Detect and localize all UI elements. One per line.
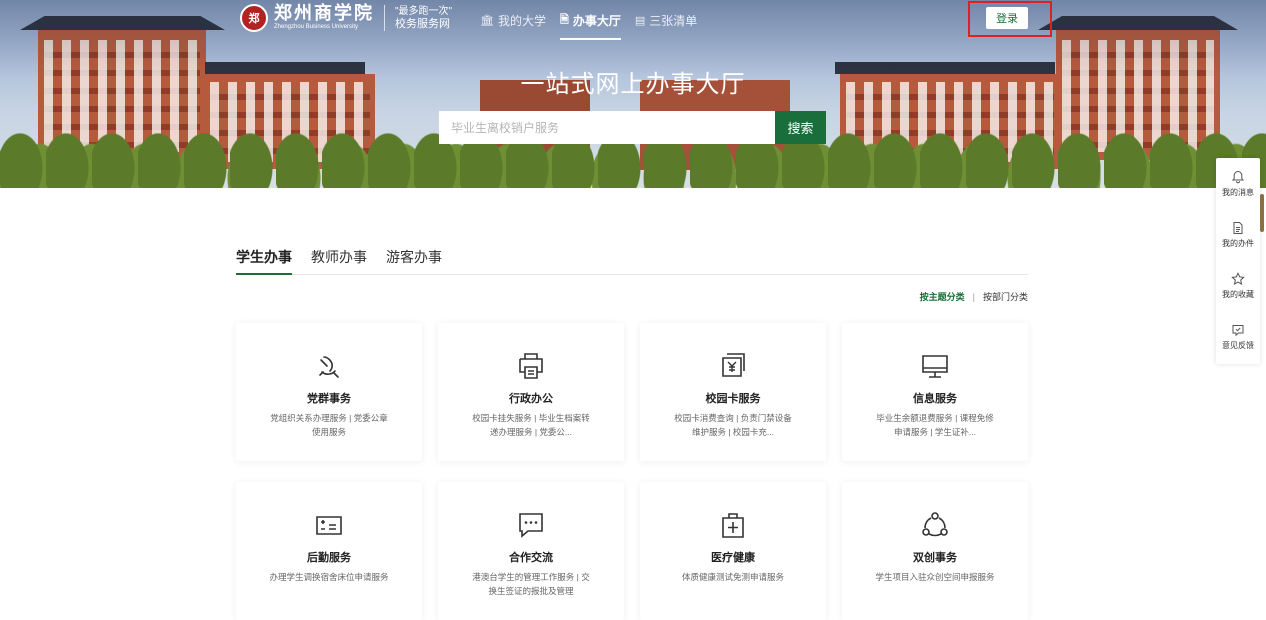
card-title: 校园卡服务 — [705, 393, 761, 405]
bell-icon — [1231, 170, 1245, 183]
slogan: "最多跑一次" 校务服务网 — [395, 5, 452, 31]
card-title: 行政办公 — [509, 393, 553, 405]
tab-visitor[interactable]: 游客办事 — [386, 247, 442, 273]
card-desc: 校园卡消费查询 | 负责门禁设备维护服务 | 校园卡充... — [674, 413, 792, 437]
side-toolbar: 我的消息 我的办件 我的收藏 意见反馈 — [1216, 158, 1260, 364]
card-title: 党群事务 — [307, 393, 351, 405]
side-my-cases[interactable]: 我的办件 — [1216, 209, 1260, 260]
hero-banner: 郑 郑州商学院 Zhengzhou Business University "最… — [0, 0, 1266, 188]
nav-service-hall[interactable]: 🗎︎ 办事大厅 — [559, 0, 621, 40]
logo-divider — [384, 5, 385, 31]
card-title: 医疗健康 — [711, 552, 755, 564]
service-card-medical[interactable]: 医疗健康 体质健康测试免测申请服务 — [640, 482, 826, 620]
school-name: 郑州商学院 — [274, 3, 374, 24]
side-my-favorites[interactable]: 我的收藏 — [1216, 260, 1260, 311]
side-label: 我的消息 — [1222, 187, 1254, 197]
feedback-icon — [1232, 324, 1244, 336]
card-title: 后勤服务 — [307, 552, 351, 564]
top-nav: 🏛︎ 我的大学 🗎︎ 办事大厅 ▤ 三张清单 — [480, 0, 711, 40]
slogan-line2: 校务服务网 — [395, 18, 450, 30]
service-card-admin[interactable]: 行政办公 校园卡挂失服务 | 毕业生档案转递办理服务 | 党委公... — [438, 323, 624, 461]
network-icon — [922, 512, 948, 537]
classify-by-theme[interactable]: 按主题分类 — [920, 290, 965, 303]
nav-my-university[interactable]: 🏛︎ 我的大学 — [480, 0, 546, 40]
classify-switch: 按主题分类 | 按部门分类 — [920, 290, 1028, 303]
list-icon: ▤ — [634, 14, 646, 27]
card-desc: 校园卡挂失服务 | 毕业生档案转递办理服务 | 党委公... — [472, 413, 590, 437]
side-label: 我的收藏 — [1222, 289, 1254, 299]
chat-icon — [519, 513, 543, 538]
logo[interactable]: 郑 郑州商学院 Zhengzhou Business University "最… — [240, 3, 452, 33]
card-desc: 学生项目入驻众创空间申报服务 — [875, 572, 995, 582]
service-card-campus-card[interactable]: 校园卡服务 校园卡消费查询 | 负责门禁设备维护服务 | 校园卡充... — [640, 323, 826, 461]
card-title: 双创事务 — [913, 552, 957, 564]
star-icon — [1231, 271, 1245, 285]
role-tabs: 学生办事 教师办事 游客办事 — [236, 247, 1028, 275]
classify-by-dept[interactable]: 按部门分类 — [983, 290, 1028, 303]
hero-title: 一站式网上办事大厅 — [520, 71, 746, 98]
service-card-info[interactable]: 信息服务 毕业生余额退费服务 | 课程免修申请服务 | 学生证补... — [842, 323, 1028, 461]
calculator-icon — [316, 516, 342, 535]
card-desc: 港澳台学生的管理工作服务 | 交换生签证的报批及管理 — [472, 572, 590, 596]
service-card-innovation[interactable]: 双创事务 学生项目入驻众创空间申报服务 — [842, 482, 1028, 620]
medical-kit-icon — [722, 513, 744, 538]
slogan-line1: "最多跑一次" — [395, 6, 453, 17]
school-name-en: Zhengzhou Business University — [274, 24, 359, 30]
yen-card-icon — [722, 353, 745, 377]
nav-three-lists[interactable]: ▤ 三张清单 — [635, 0, 697, 40]
card-desc: 党组织关系办理服务 | 党委公章使用服务 — [270, 413, 388, 437]
card-title: 信息服务 — [913, 393, 957, 405]
service-card-logistics[interactable]: 后勤服务 办理学生调换宿舍床位申请服务 — [236, 482, 422, 620]
university-icon: 🏛︎ — [480, 14, 494, 27]
card-desc: 毕业生余额退费服务 | 课程免修申请服务 | 学生证补... — [876, 413, 994, 437]
side-label: 我的办件 — [1222, 238, 1254, 248]
side-my-messages[interactable]: 我的消息 — [1216, 158, 1260, 209]
printer-icon — [519, 353, 543, 379]
side-feedback[interactable]: 意见反馈 — [1216, 311, 1260, 362]
side-label: 意见反馈 — [1222, 340, 1254, 350]
card-desc: 办理学生调换宿舍床位申请服务 — [269, 572, 389, 582]
party-emblem-icon — [319, 356, 339, 378]
tab-student[interactable]: 学生办事 — [236, 247, 292, 275]
classify-separator: | — [972, 291, 975, 302]
nav-label: 办事大厅 — [572, 13, 621, 28]
card-desc: 体质健康测试免测申请服务 — [681, 572, 784, 582]
monitor-icon — [922, 355, 948, 378]
document-icon — [1233, 221, 1243, 234]
service-card-party[interactable]: 党群事务 党组织关系办理服务 | 党委公章使用服务 — [236, 323, 422, 461]
login-button[interactable]: 登录 — [986, 7, 1028, 29]
search-input[interactable] — [439, 111, 775, 144]
search-button[interactable]: 搜索 — [775, 111, 826, 144]
nav-label: 我的大学 — [497, 13, 546, 28]
school-name-block: 郑州商学院 Zhengzhou Business University — [274, 5, 374, 31]
card-title: 合作交流 — [509, 552, 553, 564]
service-card-exchange[interactable]: 合作交流 港澳台学生的管理工作服务 | 交换生签证的报批及管理 — [438, 482, 624, 620]
school-seal-icon: 郑 — [240, 4, 268, 32]
nav-label: 三张清单 — [649, 13, 698, 28]
hall-icon: 🗎︎ — [559, 13, 569, 26]
tab-teacher[interactable]: 教师办事 — [311, 247, 367, 273]
scrollbar-thumb[interactable] — [1260, 194, 1264, 232]
